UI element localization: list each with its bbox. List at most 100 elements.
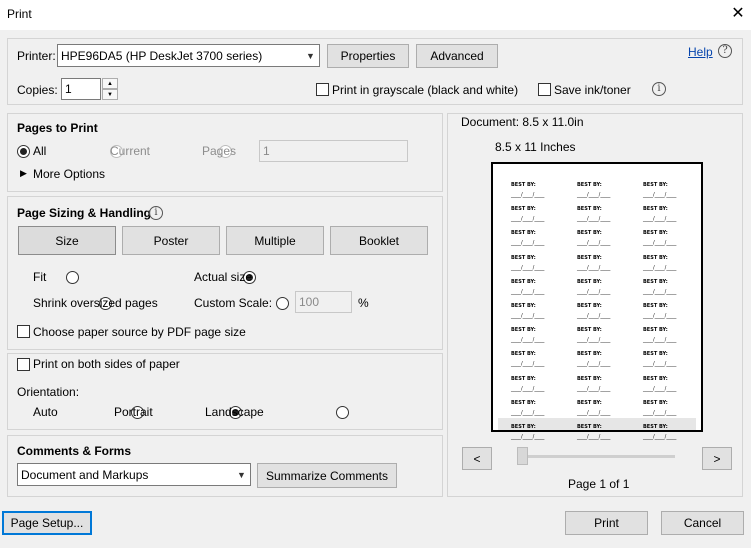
page-sizing-heading: Page Sizing & Handling bbox=[17, 206, 152, 220]
info-icon[interactable]: i bbox=[652, 82, 666, 96]
shrink-oversized-label: Shrink oversized pages bbox=[33, 296, 158, 310]
preview-label-heading: BEST BY: bbox=[511, 351, 536, 358]
all-pages-label: All bbox=[33, 144, 47, 158]
preview-label-cell: BEST BY: ____/____/____ bbox=[577, 376, 627, 396]
preview-label-heading: BEST BY: bbox=[643, 206, 668, 213]
preview-label-cell: BEST BY: ____/____/____ bbox=[511, 182, 561, 202]
preview-label-heading: BEST BY: bbox=[511, 182, 536, 188]
page-slider-track[interactable] bbox=[520, 455, 675, 458]
both-sides-checkbox[interactable] bbox=[17, 358, 30, 371]
preview-label-line: ____/____/____ bbox=[643, 288, 677, 295]
page-range-input[interactable]: 1 bbox=[259, 140, 408, 162]
preview-label-heading: BEST BY: bbox=[643, 375, 668, 382]
preview-label-cell: BEST BY: ____/____/____ bbox=[577, 400, 627, 420]
pages-to-print-heading: Pages to Print bbox=[17, 121, 98, 135]
orientation-landscape-radio[interactable] bbox=[336, 406, 350, 419]
triangle-right-icon[interactable]: ▶ bbox=[20, 168, 27, 179]
preview-label-heading: BEST BY: bbox=[511, 230, 536, 237]
paper-source-checkbox[interactable] bbox=[17, 325, 30, 338]
save-ink-checkbox[interactable] bbox=[538, 83, 551, 96]
preview-label-line: ____/____/____ bbox=[643, 385, 677, 392]
preview-label-heading: BEST BY: bbox=[643, 327, 668, 334]
preview-label-heading: BEST BY: bbox=[643, 303, 668, 309]
orientation-auto-label: Auto bbox=[33, 405, 58, 419]
properties-button[interactable]: Properties bbox=[327, 44, 409, 68]
preview-label-cell: BEST BY: ____/____/____ bbox=[643, 230, 693, 250]
tab-size[interactable]: Size bbox=[18, 226, 116, 255]
preview-label-cell: BEST BY: ____/____/____ bbox=[643, 303, 693, 323]
info-icon[interactable]: i bbox=[149, 206, 163, 220]
advanced-button[interactable]: Advanced bbox=[416, 44, 498, 68]
more-options-label[interactable]: More Options bbox=[33, 167, 105, 181]
tab-booklet[interactable]: Booklet bbox=[330, 226, 428, 255]
next-page-button[interactable]: > bbox=[702, 447, 732, 470]
preview-label-line: ____/____/____ bbox=[577, 385, 611, 392]
fit-radio[interactable] bbox=[66, 271, 80, 284]
preview-label-line: ____/____/____ bbox=[577, 409, 611, 416]
preview-label-cell: BEST BY: ____/____/____ bbox=[577, 424, 627, 444]
preview-label-line: ____/____/____ bbox=[511, 385, 545, 392]
tab-multiple[interactable]: Multiple bbox=[226, 226, 324, 255]
preview-label-cell: BEST BY: ____/____/____ bbox=[643, 279, 693, 299]
document-size-label: Document: 8.5 x 11.0in bbox=[461, 115, 584, 129]
fit-label: Fit bbox=[33, 270, 47, 284]
chevron-down-icon: ▼ bbox=[306, 50, 315, 61]
preview-label-heading: BEST BY: bbox=[643, 230, 668, 237]
grayscale-label: Print in grayscale (black and white) bbox=[332, 83, 519, 97]
preview-label-heading: BEST BY: bbox=[511, 327, 536, 334]
preview-label-cell: BEST BY: ____/____/____ bbox=[577, 327, 627, 347]
grayscale-checkbox[interactable] bbox=[316, 83, 329, 96]
copies-decrement-icon[interactable]: ▼ bbox=[102, 89, 118, 100]
printer-label: Printer: bbox=[17, 49, 56, 63]
copies-label: Copies: bbox=[17, 83, 58, 97]
preview-label-cell: BEST BY: ____/____/____ bbox=[577, 279, 627, 299]
preview-label-heading: BEST BY: bbox=[643, 182, 668, 188]
previous-page-button[interactable]: < bbox=[462, 447, 492, 470]
preview-label-heading: BEST BY: bbox=[577, 206, 602, 213]
preview-label-cell: BEST BY: ____/____/____ bbox=[643, 351, 693, 371]
preview-label-line: ____/____/____ bbox=[577, 313, 611, 319]
preview-label-cell: BEST BY: ____/____/____ bbox=[511, 351, 561, 371]
preview-label-heading: BEST BY: bbox=[643, 351, 668, 358]
preview-label-line: ____/____/____ bbox=[643, 409, 677, 416]
copies-input[interactable]: 1 bbox=[61, 78, 101, 100]
tab-poster[interactable]: Poster bbox=[122, 226, 220, 255]
preview-label-line: ____/____/____ bbox=[643, 434, 677, 440]
orientation-landscape-label: Landscape bbox=[205, 405, 264, 419]
close-icon[interactable]: ✕ bbox=[727, 2, 749, 26]
preview-label-heading: BEST BY: bbox=[511, 375, 536, 382]
summarize-comments-button[interactable]: Summarize Comments bbox=[257, 463, 397, 488]
comments-forms-select[interactable]: Document and Markups ▼ bbox=[17, 463, 251, 486]
cancel-button[interactable]: Cancel bbox=[661, 511, 744, 535]
paper-source-label: Choose paper source by PDF page size bbox=[33, 325, 246, 339]
page-setup-button[interactable]: Page Setup... bbox=[2, 511, 92, 535]
preview-label-line: ____/____/____ bbox=[577, 216, 611, 223]
custom-scale-value: 100 bbox=[299, 295, 320, 309]
paper-size-label: 8.5 x 11 Inches bbox=[495, 140, 576, 154]
help-question-icon[interactable]: ? bbox=[718, 44, 732, 58]
preview-label-line: ____/____/____ bbox=[511, 313, 545, 319]
page-slider-thumb[interactable] bbox=[517, 447, 528, 465]
preview-label-cell: BEST BY: ____/____/____ bbox=[577, 230, 627, 250]
preview-label-cell: BEST BY: ____/____/____ bbox=[643, 424, 693, 444]
printer-select[interactable]: HPE96DA5 (HP DeskJet 3700 series) ▼ bbox=[57, 44, 320, 67]
preview-label-cell: BEST BY: ____/____/____ bbox=[577, 351, 627, 371]
preview-label-heading: BEST BY: bbox=[577, 399, 602, 406]
custom-scale-radio[interactable] bbox=[276, 297, 290, 310]
preview-label-heading: BEST BY: bbox=[577, 182, 602, 188]
help-link[interactable]: Help bbox=[688, 45, 713, 59]
copies-increment-icon[interactable]: ▲ bbox=[102, 78, 118, 89]
preview-label-heading: BEST BY: bbox=[511, 254, 536, 261]
all-pages-radio[interactable] bbox=[17, 145, 30, 158]
preview-label-cell: BEST BY: ____/____/____ bbox=[577, 182, 627, 202]
preview-label-line: ____/____/____ bbox=[511, 337, 545, 344]
preview-label-heading: BEST BY: bbox=[577, 375, 602, 382]
preview-label-line: ____/____/____ bbox=[511, 240, 545, 247]
preview-label-cell: BEST BY: ____/____/____ bbox=[511, 424, 561, 444]
preview-label-cell: BEST BY: ____/____/____ bbox=[511, 255, 561, 275]
preview-label-cell: BEST BY: ____/____/____ bbox=[643, 376, 693, 396]
orientation-label: Orientation: bbox=[17, 385, 80, 399]
custom-scale-input[interactable]: 100 bbox=[295, 291, 352, 313]
save-ink-label: Save ink/toner bbox=[554, 83, 631, 97]
print-button[interactable]: Print bbox=[565, 511, 648, 535]
